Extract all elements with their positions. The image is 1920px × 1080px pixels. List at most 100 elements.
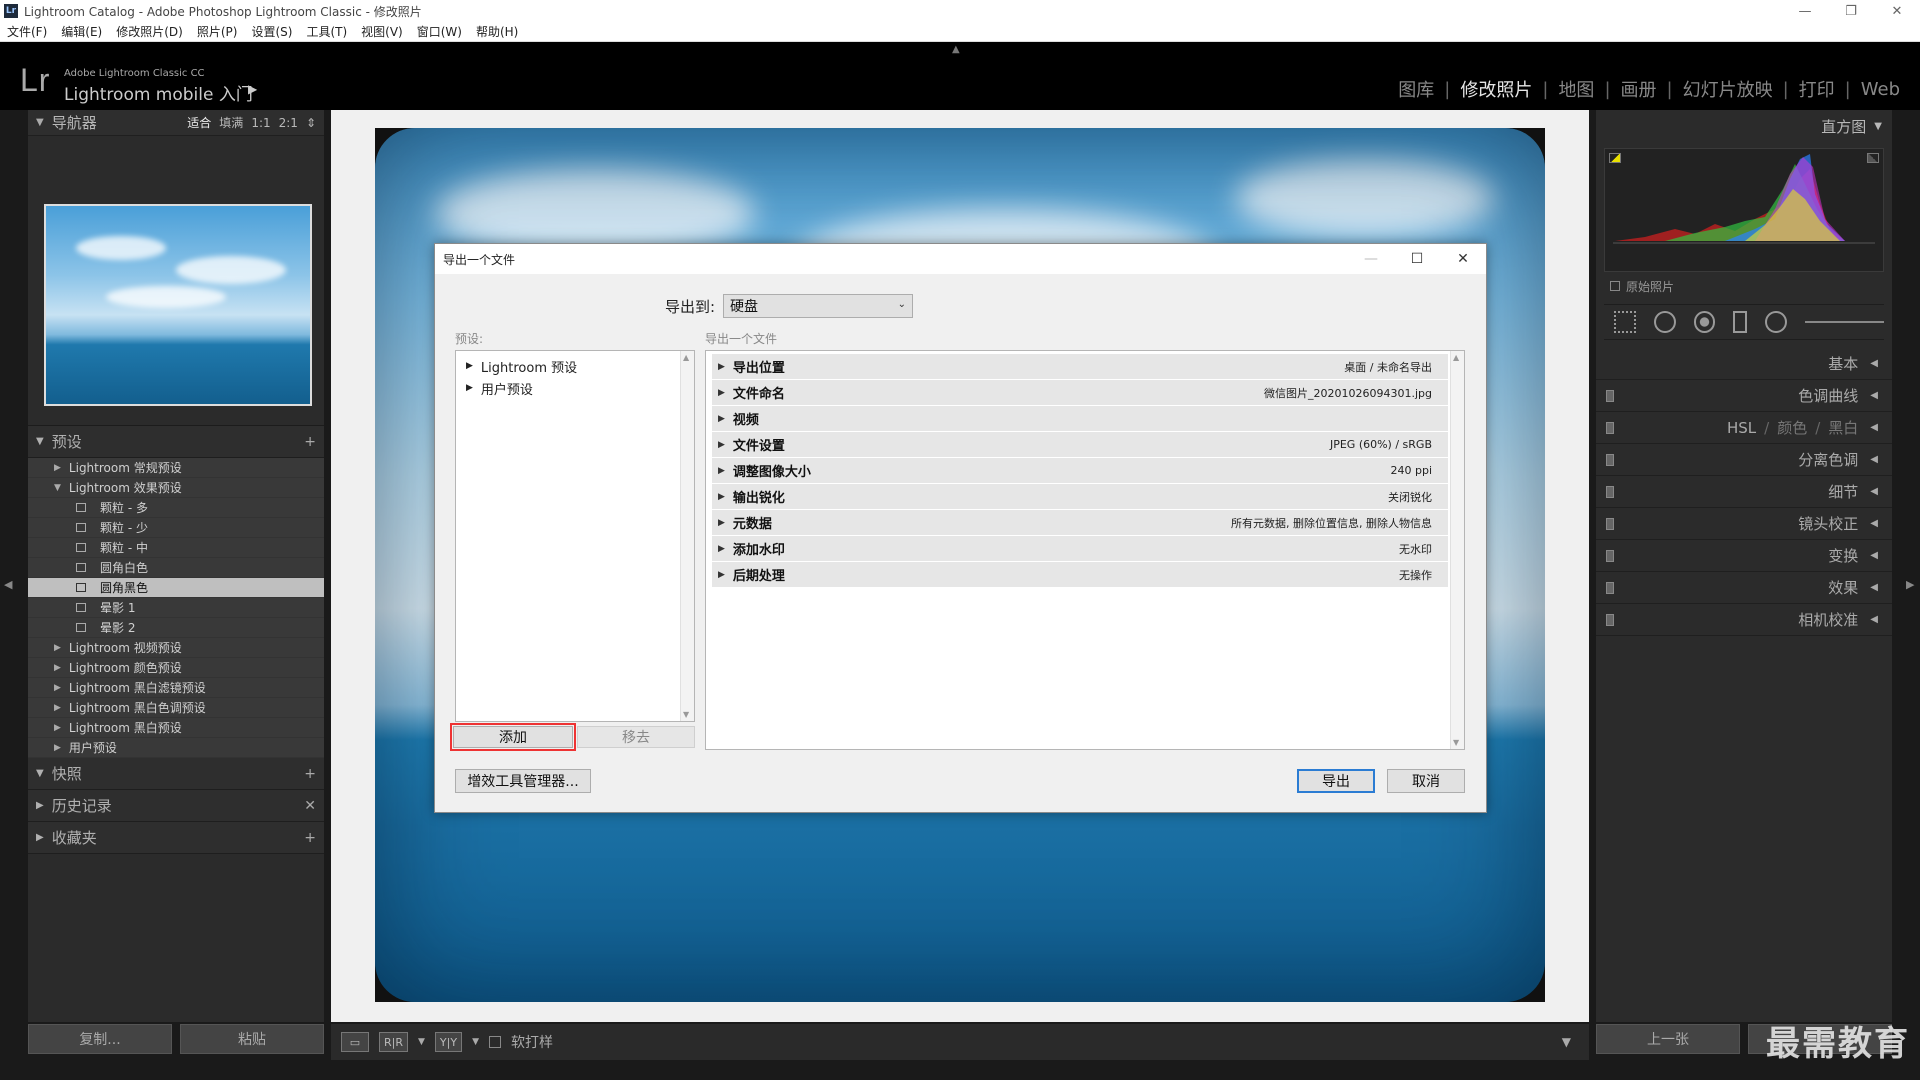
menu-photo[interactable]: 照片(P) <box>190 23 245 40</box>
add-snapshot-icon[interactable]: + <box>304 766 316 782</box>
navigator-header[interactable]: ▼ 导航器 适合 填满 1:1 2:1 ⇕ <box>28 110 324 136</box>
add-preset-button[interactable]: 添加 <box>450 723 576 751</box>
preset-folder[interactable]: ▼ Lightroom 效果预设 <box>28 478 324 498</box>
module-map[interactable]: 地图 <box>1548 76 1604 102</box>
previous-button[interactable]: 上一张 <box>1596 1024 1740 1054</box>
cancel-button[interactable]: 取消 <box>1387 769 1465 793</box>
preset-folder[interactable]: ▶ 用户预设 <box>28 738 324 758</box>
add-collection-icon[interactable]: + <box>304 830 316 846</box>
zoom-2-1[interactable]: 2:1 <box>279 116 298 130</box>
navigator-thumbnail[interactable] <box>44 204 312 406</box>
panel-lens-corrections[interactable]: 镜头校正 ◀ <box>1596 508 1892 540</box>
left-panel-toggle-icon[interactable]: ◀ <box>4 578 12 591</box>
settings-scrollbar[interactable]: ▲ ▼ <box>1450 351 1464 749</box>
spot-removal-icon[interactable] <box>1653 311 1676 333</box>
module-book[interactable]: 画册 <box>1611 76 1667 102</box>
menu-window[interactable]: 窗口(W) <box>410 23 469 40</box>
preset-folder[interactable]: ▶ Lightroom 颜色预设 <box>28 658 324 678</box>
panel-switch[interactable] <box>1606 581 1614 594</box>
module-library[interactable]: 图库 <box>1388 76 1444 102</box>
menu-edit[interactable]: 编辑(E) <box>54 23 109 40</box>
soft-proof-checkbox[interactable] <box>489 1036 501 1048</box>
presets-scrollbar[interactable]: ▲ ▼ <box>680 351 694 721</box>
panel-switch[interactable] <box>1606 389 1614 402</box>
radial-filter-icon[interactable] <box>1765 311 1787 333</box>
section-watermark[interactable]: ▶ 添加水印 无水印 <box>712 536 1448 561</box>
preset-folder[interactable]: ▶ Lightroom 视频预设 <box>28 638 324 658</box>
module-print[interactable]: 打印 <box>1789 76 1845 102</box>
panel-hsl[interactable]: HSL / 颜色 / 黑白 ◀ <box>1596 412 1892 444</box>
preset-item[interactable]: 颗粒 - 多 <box>28 498 324 518</box>
menu-file[interactable]: 文件(F) <box>0 23 54 40</box>
panel-basic[interactable]: 基本 ◀ <box>1596 348 1892 380</box>
panel-split-toning[interactable]: 分离色调 ◀ <box>1596 444 1892 476</box>
toolbar-menu-icon[interactable]: ▼ <box>1562 1035 1571 1049</box>
panel-switch[interactable] <box>1606 453 1614 466</box>
add-preset-icon[interactable]: + <box>304 434 316 450</box>
export-preset-folder[interactable]: ▶ Lightroom 预设 <box>456 355 694 377</box>
preset-item[interactable]: 颗粒 - 少 <box>28 518 324 538</box>
export-button[interactable]: 导出 <box>1297 769 1375 793</box>
clear-history-icon[interactable]: ✕ <box>304 798 316 814</box>
navigator-preview[interactable] <box>28 136 324 426</box>
menu-help[interactable]: 帮助(H) <box>469 23 525 40</box>
preset-folder[interactable]: ▶ Lightroom 常规预设 <box>28 458 324 478</box>
panel-switch[interactable] <box>1606 613 1614 626</box>
zoom-dropdown-icon[interactable]: ⇕ <box>306 116 316 130</box>
panel-switch[interactable] <box>1606 549 1614 562</box>
before-after-tb-button[interactable]: Y|Y <box>434 1032 463 1052</box>
panel-switch[interactable] <box>1606 485 1614 498</box>
section-file-naming[interactable]: ▶ 文件命名 微信图片_20201026094301.jpg <box>712 380 1448 405</box>
brush-slider[interactable] <box>1805 321 1885 323</box>
dropdown-arrow-icon[interactable]: ▼ <box>472 1037 479 1047</box>
preset-item-selected[interactable]: 圆角黑色 <box>28 578 324 598</box>
panel-switch[interactable] <box>1606 421 1614 434</box>
red-eye-icon[interactable] <box>1693 311 1716 333</box>
graduated-filter-icon[interactable] <box>1733 311 1748 333</box>
plugin-manager-button[interactable]: 增效工具管理器... <box>455 769 591 793</box>
dialog-close-icon[interactable]: ✕ <box>1440 251 1486 267</box>
collapse-top-icon[interactable]: ▲ <box>952 44 960 55</box>
minimize-button[interactable]: — <box>1782 4 1828 19</box>
maximize-button[interactable]: ❐ <box>1828 4 1874 19</box>
panel-tone-curve[interactable]: 色调曲线 ◀ <box>1596 380 1892 412</box>
collections-header[interactable]: ▶ 收藏夹 + <box>28 822 324 854</box>
export-preset-folder[interactable]: ▶ 用户预设 <box>456 377 694 399</box>
snapshots-header[interactable]: ▼ 快照 + <box>28 758 324 790</box>
panel-camera-calibration[interactable]: 相机校准 ◀ <box>1596 604 1892 636</box>
module-web[interactable]: Web <box>1851 79 1910 100</box>
panel-detail[interactable]: 细节 ◀ <box>1596 476 1892 508</box>
play-arrow-icon[interactable]: ▶ <box>248 82 257 96</box>
paste-button[interactable]: 粘贴 <box>180 1024 324 1054</box>
module-slideshow[interactable]: 幻灯片放映 <box>1673 76 1783 102</box>
section-metadata[interactable]: ▶ 元数据 所有元数据, 删除位置信息, 删除人物信息 <box>712 510 1448 535</box>
section-image-sizing[interactable]: ▶ 调整图像大小 240 ppi <box>712 458 1448 483</box>
export-to-select[interactable]: 硬盘 ⌄ <box>723 294 913 318</box>
menu-tools[interactable]: 工具(T) <box>299 23 354 40</box>
presets-header[interactable]: ▼ 预设 + <box>28 426 324 458</box>
right-panel-toggle-icon[interactable]: ▶ <box>1906 578 1914 591</box>
menu-settings[interactable]: 设置(S) <box>244 23 299 40</box>
menu-view[interactable]: 视图(V) <box>354 23 410 40</box>
loupe-view-icon[interactable]: ▭ <box>341 1032 369 1052</box>
preset-item[interactable]: 圆角白色 <box>28 558 324 578</box>
preset-item[interactable]: 颗粒 - 中 <box>28 538 324 558</box>
zoom-1-1[interactable]: 1:1 <box>251 116 270 130</box>
preset-item[interactable]: 晕影 1 <box>28 598 324 618</box>
histogram-header[interactable]: 直方图 ▼ <box>1596 110 1892 142</box>
preset-folder[interactable]: ▶ Lightroom 黑白色调预设 <box>28 698 324 718</box>
module-develop[interactable]: 修改照片 <box>1450 76 1542 102</box>
panel-transform[interactable]: 变换 ◀ <box>1596 540 1892 572</box>
crop-tool-icon[interactable] <box>1614 311 1636 333</box>
section-post-processing[interactable]: ▶ 后期处理 无操作 <box>712 562 1448 587</box>
close-window-button[interactable]: ✕ <box>1874 4 1920 19</box>
dialog-maximize-icon[interactable]: ☐ <box>1394 251 1440 267</box>
zoom-fill[interactable]: 填满 <box>219 114 243 131</box>
section-output-sharpening[interactable]: ▶ 输出锐化 关闭锐化 <box>712 484 1448 509</box>
histogram[interactable] <box>1604 148 1884 272</box>
panel-effects[interactable]: 效果 ◀ <box>1596 572 1892 604</box>
copy-button[interactable]: 复制... <box>28 1024 172 1054</box>
section-video[interactable]: ▶ 视频 <box>712 406 1448 431</box>
preset-item[interactable]: 晕影 2 <box>28 618 324 638</box>
export-presets-list[interactable]: ▶ Lightroom 预设 ▶ 用户预设 ▲ ▼ <box>455 350 695 722</box>
